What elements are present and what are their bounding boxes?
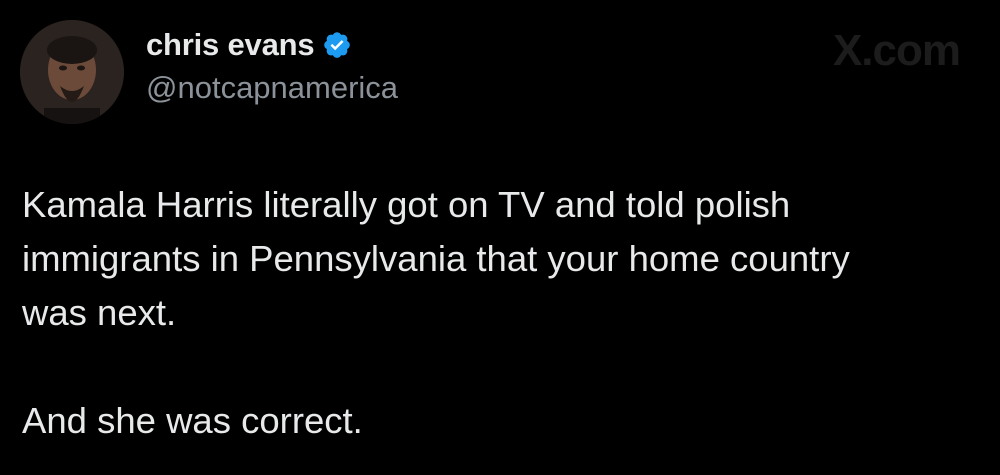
author-display-name[interactable]: chris evans [146,27,315,63]
author-info: chris evans @notcapnamerica [146,24,398,106]
tweet-paragraph-1: Kamala Harris literally got on TV and to… [22,184,850,333]
author-handle[interactable]: @notcapnamerica [146,70,398,106]
verified-badge-icon [322,30,352,60]
tweet-paragraph-2: And she was correct. [22,400,363,441]
avatar-photo [20,20,124,124]
name-row: chris evans [146,24,398,66]
watermark: X.com [832,26,961,75]
tweet-text: Kamala Harris literally got on TV and to… [22,178,982,448]
tweet-header: chris evans @notcapnamerica [20,20,398,124]
avatar[interactable] [20,20,124,124]
tweet-card: chris evans @notcapnamerica X.com Kamala… [0,0,1000,475]
